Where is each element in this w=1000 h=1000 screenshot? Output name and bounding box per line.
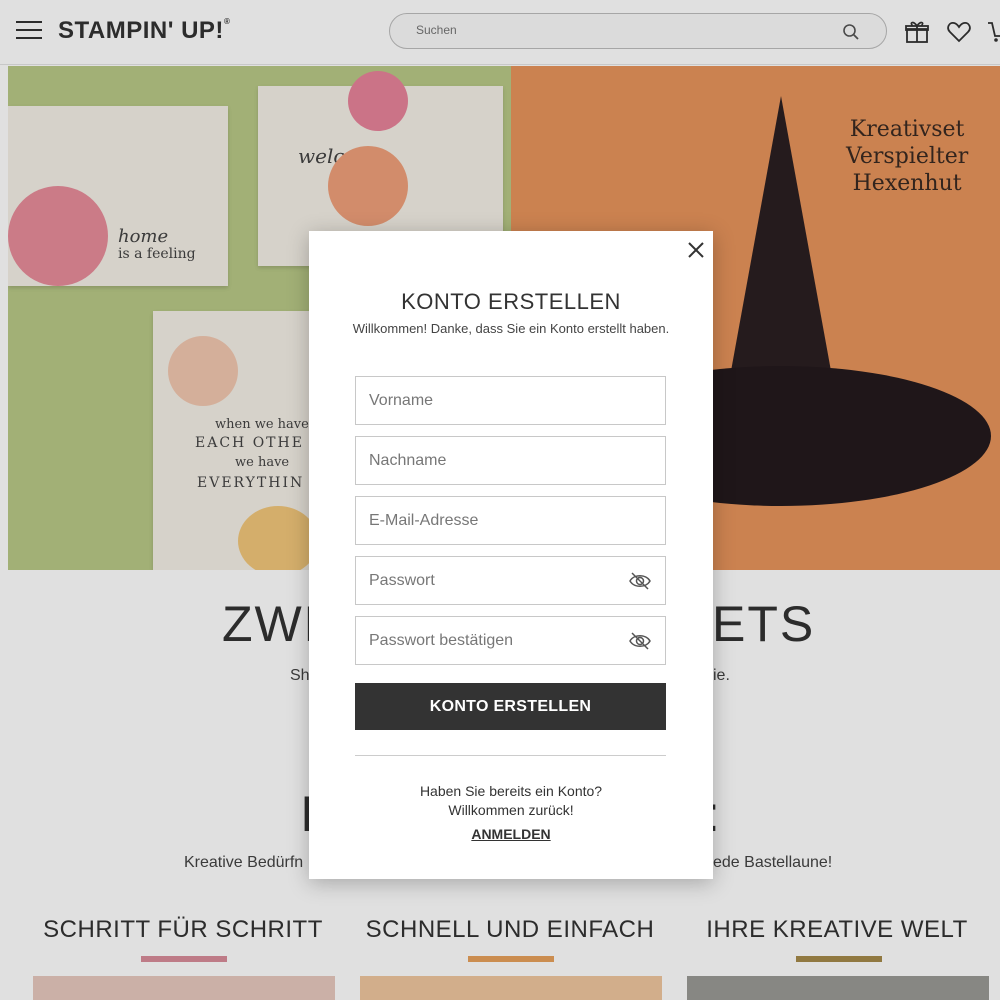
create-account-button[interactable]: KONTO ERSTELLEN xyxy=(355,683,666,730)
email-input[interactable] xyxy=(369,512,609,530)
existing-account-line1: Haben Sie bereits ein Konto? xyxy=(419,783,603,799)
existing-account-line2: Willkommen zurück! xyxy=(448,802,574,818)
last-name-field[interactable] xyxy=(355,436,666,485)
password-input[interactable] xyxy=(369,572,609,590)
login-link[interactable]: ANMELDEN xyxy=(309,826,713,842)
first-name-input[interactable] xyxy=(369,392,609,410)
last-name-input[interactable] xyxy=(369,452,609,470)
eye-off-icon[interactable] xyxy=(629,571,651,591)
divider xyxy=(355,755,666,756)
existing-account-text: Haben Sie bereits ein Konto? Willkommen … xyxy=(349,782,673,820)
modal-title: KONTO ERSTELLEN xyxy=(401,289,621,314)
first-name-field[interactable] xyxy=(355,376,666,425)
close-icon[interactable] xyxy=(687,241,705,259)
create-account-modal: KONTO ERSTELLEN Willkommen! Danke, dass … xyxy=(309,231,713,879)
password-field[interactable] xyxy=(355,556,666,605)
eye-off-icon[interactable] xyxy=(629,631,651,651)
confirm-password-input[interactable] xyxy=(369,632,609,650)
confirm-password-field[interactable] xyxy=(355,616,666,665)
email-field[interactable] xyxy=(355,496,666,545)
modal-subtitle: Willkommen! Danke, dass Sie ein Konto er… xyxy=(352,321,670,336)
